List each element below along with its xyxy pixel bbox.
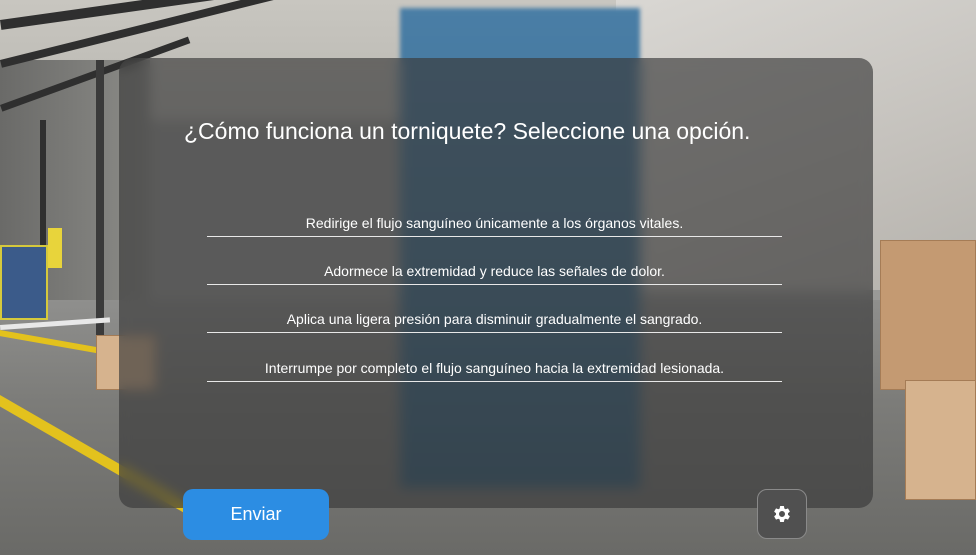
settings-button[interactable]	[757, 489, 807, 539]
yellow-warning-sign	[48, 228, 62, 268]
gear-icon	[774, 505, 790, 522]
answer-option-label: Aplica una ligera presión para disminuir…	[286, 311, 703, 327]
blue-roller-door	[0, 245, 48, 320]
answer-option[interactable]: Interrumpe por completo el flujo sanguín…	[207, 333, 782, 382]
cardboard-box	[880, 240, 976, 390]
answer-option[interactable]: Adormece la extremidad y reduce las seña…	[207, 237, 782, 285]
answer-option-label: Adormece la extremidad y reduce las seña…	[324, 263, 665, 279]
cardboard-box	[905, 380, 976, 500]
answer-option-label: Interrumpe por completo el flujo sanguín…	[264, 360, 725, 376]
answer-option[interactable]: Aplica una ligera presión para disminuir…	[207, 285, 782, 333]
answer-options-list: Redirige el flujo sanguíneo únicamente a…	[207, 198, 782, 382]
answer-option[interactable]: Redirige el flujo sanguíneo únicamente a…	[207, 198, 782, 237]
quiz-question: ¿Cómo funciona un torniquete? Seleccione…	[184, 118, 751, 144]
support-column	[96, 60, 104, 360]
quiz-panel: ¿Cómo funciona un torniquete? Seleccione…	[119, 58, 873, 508]
answer-option-label: Redirige el flujo sanguíneo únicamente a…	[305, 215, 684, 231]
submit-button[interactable]: Enviar	[183, 489, 329, 540]
